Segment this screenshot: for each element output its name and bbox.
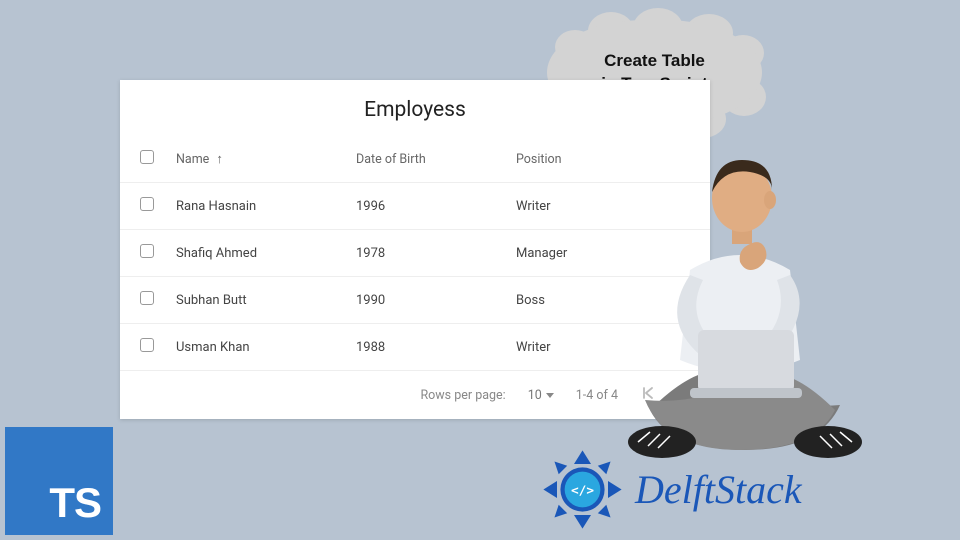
name-cell: Shafiq Ahmed bbox=[168, 230, 348, 277]
delftstack-text: DelftStack bbox=[635, 466, 802, 513]
delftstack-emblem-icon: </> bbox=[540, 447, 625, 532]
sort-ascending-icon: ↑ bbox=[216, 151, 223, 167]
code-glyph: </> bbox=[571, 484, 594, 499]
table-title: Employess bbox=[120, 80, 710, 136]
checkbox-icon[interactable] bbox=[140, 291, 154, 305]
column-label: Date of Birth bbox=[356, 152, 426, 167]
rows-per-page-label: Rows per page: bbox=[420, 388, 505, 403]
column-label: Position bbox=[516, 152, 562, 167]
rows-per-page-value: 10 bbox=[528, 388, 542, 403]
name-column-header[interactable]: Name ↑ bbox=[168, 136, 348, 183]
thought-line1: Create Table bbox=[601, 50, 707, 73]
dob-cell: 1996 bbox=[348, 183, 508, 230]
person-illustration bbox=[590, 150, 890, 470]
checkbox-icon[interactable] bbox=[140, 338, 154, 352]
name-cell: Usman Khan bbox=[168, 324, 348, 371]
typescript-logo: TS bbox=[5, 427, 113, 535]
dob-cell: 1988 bbox=[348, 324, 508, 371]
ts-text: TS bbox=[49, 479, 101, 527]
dob-column-header[interactable]: Date of Birth bbox=[348, 136, 508, 183]
rows-per-page-select[interactable]: 10 bbox=[528, 388, 554, 403]
select-all-header[interactable] bbox=[120, 136, 168, 183]
name-cell: Subhan Butt bbox=[168, 277, 348, 324]
delftstack-logo: </> DelftStack bbox=[540, 447, 802, 532]
checkbox-icon[interactable] bbox=[140, 244, 154, 258]
name-cell: Rana Hasnain bbox=[168, 183, 348, 230]
checkbox-icon[interactable] bbox=[140, 197, 154, 211]
dob-cell: 1990 bbox=[348, 277, 508, 324]
chevron-down-icon bbox=[546, 393, 554, 398]
dob-cell: 1978 bbox=[348, 230, 508, 277]
column-label: Name bbox=[176, 152, 209, 167]
checkbox-icon[interactable] bbox=[140, 150, 154, 164]
